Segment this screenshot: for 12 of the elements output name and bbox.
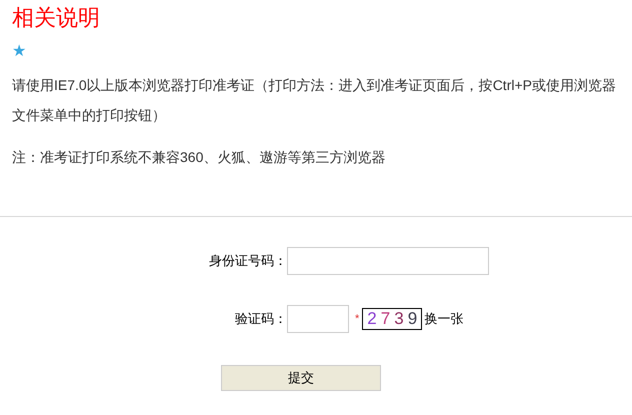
captcha-label: 验证码： [234, 310, 287, 328]
id-number-field[interactable] [287, 247, 489, 275]
star-icon: ★ [12, 42, 26, 62]
instruction-text: 请使用IE7.0以上版本浏览器打印准考证（打印方法：进入到准考证页面后，按Ctrl+P或使用浏览器文件菜单中的打印按钮） [12, 76, 617, 125]
captcha-image: 2 7 3 9 [362, 308, 422, 330]
refresh-captcha-link[interactable]: 换一张 [424, 309, 464, 329]
instruction-text: 注：准考证打印系统不兼容360、火狐、遨游等第三方浏览器 [12, 148, 386, 167]
required-mark: * [355, 312, 360, 327]
section-heading: 相关说明 [12, 4, 101, 32]
id-number-label: 身份证号码： [208, 252, 287, 270]
submit-button[interactable]: 提交 [221, 365, 381, 391]
captcha-field[interactable] [287, 305, 349, 333]
